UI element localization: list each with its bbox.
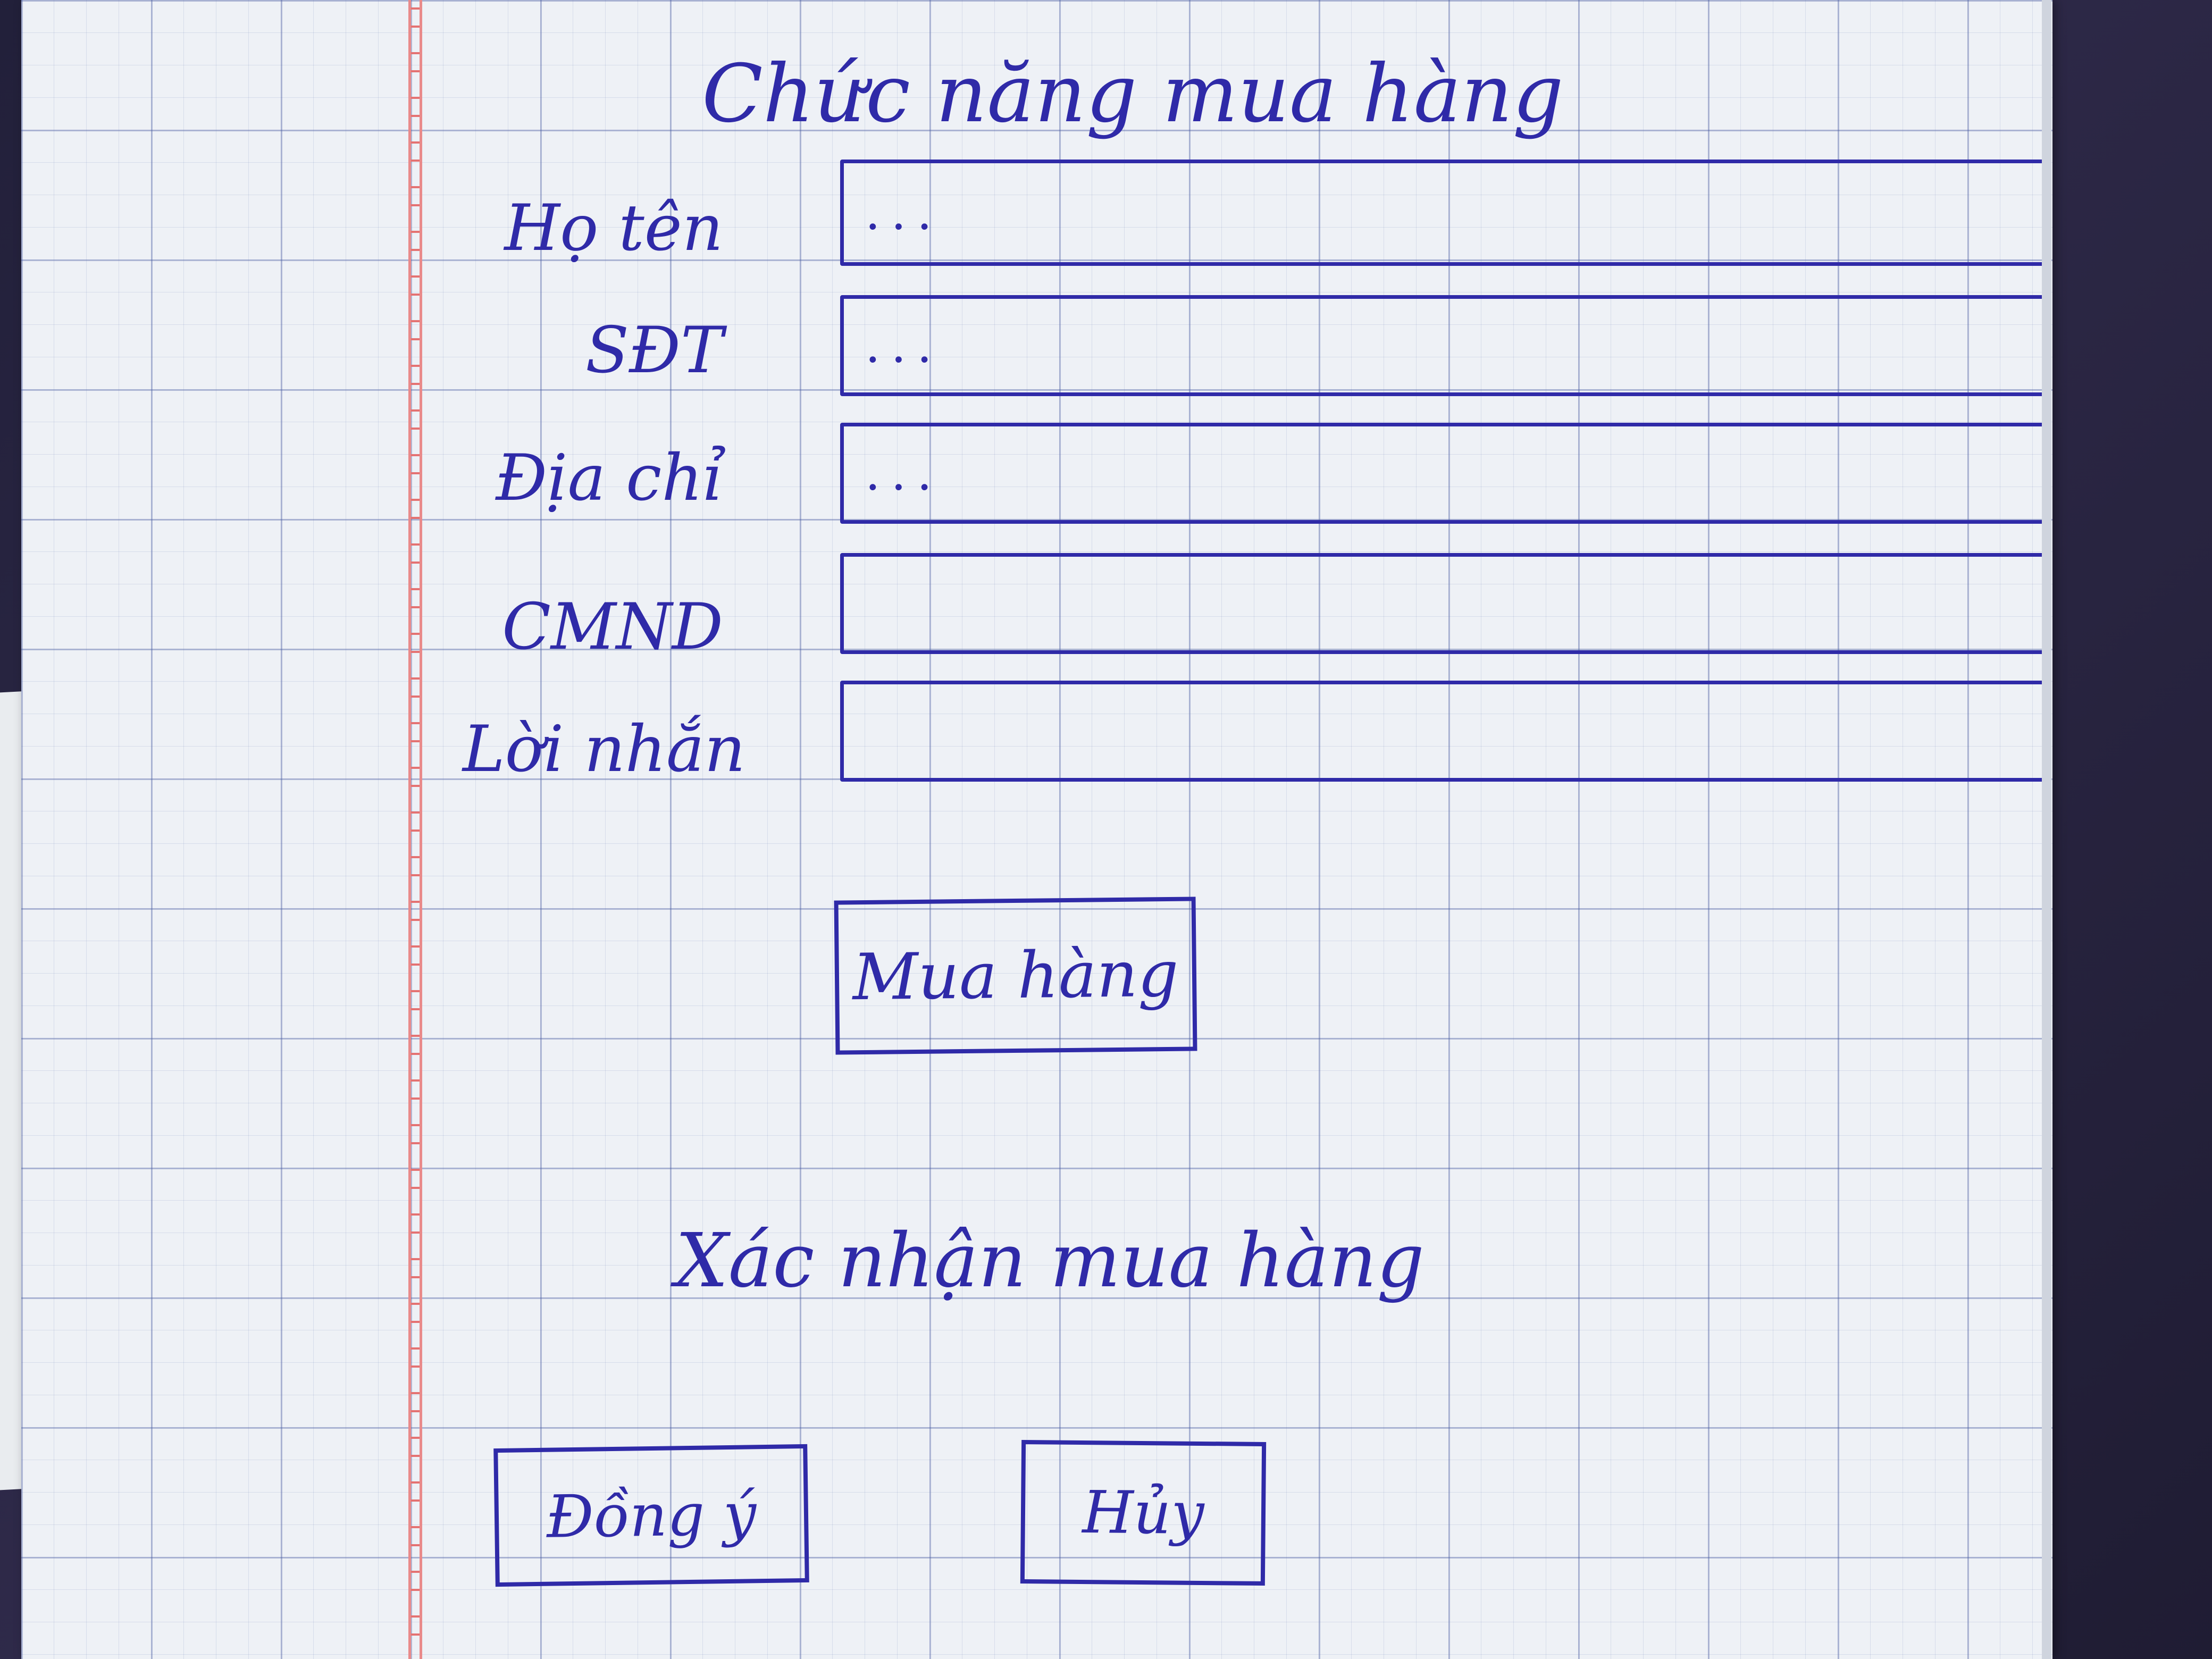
page-margin-line [408, 0, 422, 1659]
confirm-title: Xác nhận mua hàng [675, 1218, 1425, 1304]
name-field[interactable]: ... [840, 160, 2047, 266]
buy-button[interactable]: Mua hàng [834, 896, 1197, 1055]
message-field[interactable] [840, 681, 2047, 782]
phone-field[interactable]: ... [840, 295, 2047, 396]
name-field-placeholder: ... [865, 185, 943, 241]
page-edge [2042, 0, 2051, 1659]
address-field-placeholder: ... [865, 445, 943, 501]
id-card-field[interactable] [840, 553, 2047, 654]
field-label-name: Họ tên [504, 191, 723, 265]
field-label-id-card: CMND [502, 590, 723, 664]
confirm-cancel-button[interactable]: Hủy [1020, 1439, 1267, 1586]
phone-field-placeholder: ... [865, 317, 943, 374]
form-title: Chức năng mua hàng [702, 48, 1564, 140]
address-field[interactable]: ... [840, 423, 2047, 524]
field-label-phone: SĐT [585, 314, 723, 388]
field-label-address: Địa chỉ [496, 441, 723, 515]
notebook-page: Chức năng mua hàng Họ tên ... SĐT ... Đị… [21, 0, 2052, 1659]
field-label-message: Lời nhắn [463, 713, 745, 786]
confirm-ok-button[interactable]: Đồng ý [493, 1444, 809, 1587]
